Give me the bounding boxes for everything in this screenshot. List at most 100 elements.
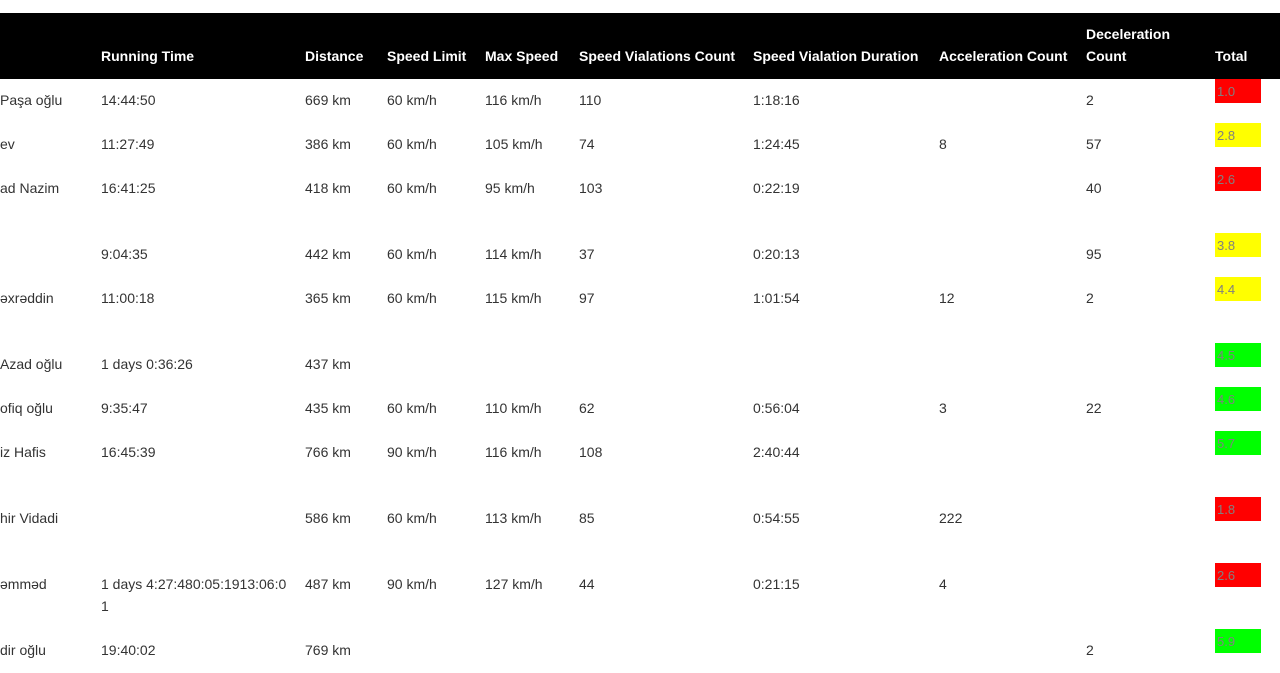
cell-total: 4.6: [1212, 387, 1280, 431]
table-row[interactable]: ofiq oğlu 9:35:47 435 km 60 km/h 110 km/h 62 0…: [0, 387, 1280, 431]
driver-report-table: Running Time Distance Speed Limit Max Sp…: [0, 13, 1280, 673]
cell-total: 5.7: [1212, 431, 1280, 497]
cell-total: 2.6: [1212, 167, 1280, 233]
total-score-badge: 2.8: [1215, 123, 1261, 147]
cell-driver-name: hir Vidadi: [0, 510, 59, 526]
table-row[interactable]: 9:04:35 442 km 60 km/h 114 km/h 37 0:20:13 95 3…: [0, 233, 1280, 277]
total-score-badge: 3.8: [1215, 233, 1261, 257]
cell-driver-name: ofiq oğlu: [0, 400, 53, 416]
cell-running-time: 11:00:18: [101, 290, 155, 306]
cell-deceleration-count: 40: [1086, 180, 1102, 196]
total-score-badge: 4.4: [1215, 277, 1261, 301]
cell-running-time: 14:44:50: [101, 92, 156, 108]
header-acceleration-count[interactable]: Acceleration Count: [933, 13, 1080, 79]
cell-total: 2.8: [1212, 123, 1280, 167]
cell-speed-limit: 60 km/h: [387, 246, 437, 262]
cell-violations-count: 108: [579, 444, 603, 460]
cell-acceleration-count: [933, 629, 1080, 673]
cell-distance: 365 km: [305, 290, 351, 306]
cell-speed-limit: [381, 629, 479, 673]
cell-distance: 766 km: [305, 444, 351, 460]
cell-running-time: 11:27:49: [101, 136, 155, 152]
table-header: Running Time Distance Speed Limit Max Sp…: [0, 13, 1280, 79]
header-driver-name[interactable]: [0, 13, 95, 79]
cell-acceleration-count: [933, 431, 1080, 497]
cell-violations-count: 37: [579, 246, 595, 262]
cell-max-speed: [479, 343, 573, 387]
cell-driver-name: Azad oğlu: [0, 356, 63, 372]
header-running-time[interactable]: Running Time: [95, 13, 299, 79]
cell-distance: 435 km: [305, 400, 351, 416]
cell-driver-name: [0, 233, 95, 277]
table-row[interactable]: ad Nazim 16:41:25 418 km 60 km/h 95 km/h 103 0…: [0, 167, 1280, 233]
header-total[interactable]: Total: [1212, 13, 1280, 79]
total-score-badge: 4.6: [1215, 387, 1261, 411]
cell-violation-duration: 0:22:19: [753, 180, 800, 196]
cell-speed-limit: 60 km/h: [387, 290, 437, 306]
cell-speed-limit: [381, 343, 479, 387]
table-row[interactable]: əmməd 1 days 4:27:480:05:1913:06:01 487 km…: [0, 563, 1280, 629]
cell-distance: 586 km: [305, 510, 351, 526]
cell-violations-count: [573, 343, 747, 387]
header-violation-duration[interactable]: Speed Vialation Duration: [747, 13, 933, 79]
cell-running-time: 16:41:25: [101, 180, 156, 196]
cell-speed-limit: 60 km/h: [387, 136, 437, 152]
cell-violation-duration: [747, 629, 933, 673]
cell-distance: 769 km: [305, 642, 351, 658]
cell-violation-duration: 1:01:54: [753, 290, 800, 306]
cell-running-time: 16:45:39: [101, 444, 156, 460]
table-row[interactable]: hir Vidadi 586 km 60 km/h 113 km/h 85 0:54:55…: [0, 497, 1280, 563]
table-row[interactable]: Paşa oğlu 14:44:50 669 km 60 km/h 116 km/h 11…: [0, 79, 1280, 123]
cell-deceleration-count: [1080, 431, 1212, 497]
total-score-badge: 4.5: [1215, 343, 1261, 367]
total-score-badge: 1.8: [1215, 497, 1261, 521]
cell-running-time: 19:40:02: [101, 642, 156, 658]
cell-max-speed: 116 km/h: [485, 444, 542, 460]
table-row[interactable]: ev 11:27:49 386 km 60 km/h 105 km/h 74 1:24:45…: [0, 123, 1280, 167]
header-max-speed[interactable]: Max Speed: [479, 13, 573, 79]
cell-speed-limit: 60 km/h: [387, 92, 437, 108]
cell-speed-limit: 60 km/h: [387, 400, 437, 416]
cell-violation-duration: 0:56:04: [753, 400, 800, 416]
cell-distance: 437 km: [305, 356, 351, 372]
total-score-badge: 2.6: [1215, 563, 1261, 587]
cell-acceleration-count: [933, 233, 1080, 277]
cell-acceleration-count: 8: [939, 136, 947, 152]
table-row[interactable]: əxrəddin 11:00:18 365 km 60 km/h 115 km/h 97 1…: [0, 277, 1280, 343]
table-row[interactable]: dir oğlu 19:40:02 769 km 2 5.9: [0, 629, 1280, 673]
total-score-badge: 5.7: [1215, 431, 1261, 455]
cell-distance: 418 km: [305, 180, 351, 196]
total-score-badge: 5.9: [1215, 629, 1261, 653]
cell-max-speed: 116 km/h: [485, 92, 542, 108]
cell-total: 1.0: [1212, 79, 1280, 123]
header-violations-count[interactable]: Speed Vialations Count: [573, 13, 747, 79]
cell-total: 5.9: [1212, 629, 1280, 673]
total-score-badge: 2.6: [1215, 167, 1261, 191]
cell-speed-limit: 60 km/h: [387, 510, 437, 526]
cell-acceleration-count: 12: [939, 290, 955, 306]
header-deceleration-count[interactable]: Deceleration Count: [1080, 13, 1212, 79]
cell-violations-count: 85: [579, 510, 595, 526]
header-distance[interactable]: Distance: [299, 13, 381, 79]
cell-driver-name: iz Hafis: [0, 444, 46, 460]
table-row[interactable]: iz Hafis 16:45:39 766 km 90 km/h 116 km/h 108…: [0, 431, 1280, 497]
cell-driver-name: dir oğlu: [0, 642, 46, 658]
cell-max-speed: 115 km/h: [485, 290, 542, 306]
cell-max-speed: 95 km/h: [485, 180, 535, 196]
cell-total: 1.8: [1212, 497, 1280, 563]
header-row: Running Time Distance Speed Limit Max Sp…: [0, 13, 1280, 79]
cell-running-time: 1 days 0:36:26: [101, 356, 193, 372]
cell-distance: 386 km: [305, 136, 351, 152]
cell-speed-limit: 90 km/h: [387, 576, 437, 592]
cell-violation-duration: 1:18:16: [753, 92, 800, 108]
header-speed-limit[interactable]: Speed Limit: [381, 13, 479, 79]
cell-violation-duration: 1:24:45: [753, 136, 800, 152]
cell-deceleration-count: [1080, 343, 1212, 387]
table-row[interactable]: Azad oğlu 1 days 0:36:26 437 km 4.5: [0, 343, 1280, 387]
cell-running-time: [95, 497, 299, 563]
cell-speed-limit: 60 km/h: [387, 180, 437, 196]
cell-max-speed: 110 km/h: [485, 400, 542, 416]
cell-violations-count: 97: [579, 290, 595, 306]
cell-deceleration-count: 2: [1086, 92, 1094, 108]
cell-violation-duration: [747, 343, 933, 387]
